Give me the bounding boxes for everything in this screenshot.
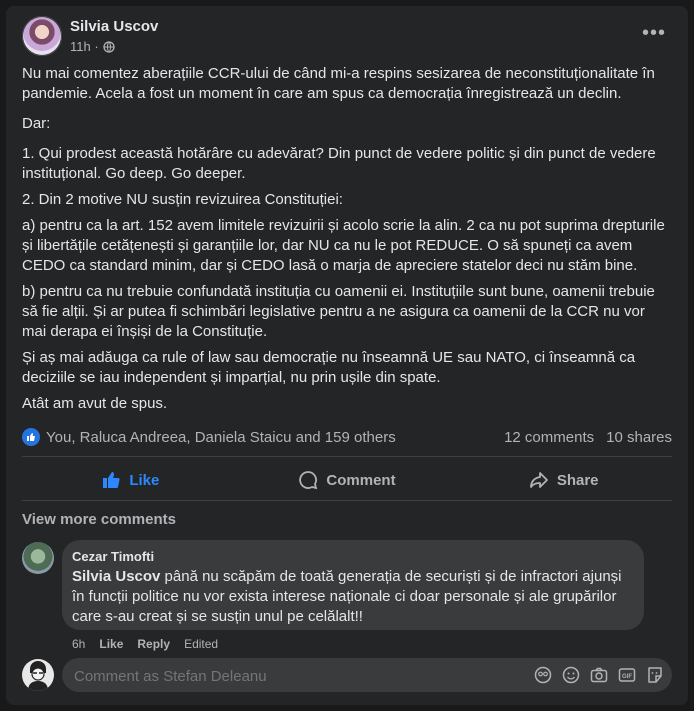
post-time[interactable]: 11h ·: [70, 39, 99, 54]
view-more-comments[interactable]: View more comments: [22, 511, 176, 528]
comment-label: Comment: [326, 471, 396, 489]
sticker-icon[interactable]: [646, 666, 664, 684]
comment-icon: [299, 471, 318, 490]
comment-composer[interactable]: GIF: [62, 658, 672, 694]
post-paragraph: a) pentru ca la art. 152 avem limitele r…: [22, 217, 665, 274]
commenter-name[interactable]: Cezar Timofti: [72, 549, 154, 564]
commenter-avatar[interactable]: [22, 542, 54, 574]
like-button[interactable]: Like: [22, 462, 239, 498]
comment-button[interactable]: Comment: [239, 462, 456, 498]
post-body: Nu mai comentez aberațiile CCR-ului de c…: [22, 64, 672, 420]
comment-like-button[interactable]: Like: [99, 637, 123, 651]
divider: [22, 456, 672, 457]
like-icon: [103, 472, 120, 488]
share-button[interactable]: Share: [455, 462, 672, 498]
post-paragraph: 1. Qui prodest această hotărâre cu adevă…: [22, 145, 656, 182]
post-paragraph: Atât am avut de spus.: [22, 395, 168, 412]
author-avatar[interactable]: [22, 16, 62, 56]
post-paragraph: 2. Din 2 motive NU susțin revizuirea Con…: [22, 191, 343, 208]
divider: [22, 500, 672, 501]
current-user-avatar[interactable]: [22, 659, 54, 691]
share-label: Share: [556, 471, 599, 489]
post-paragraph: Și aș mai adăuga ca rule of law sau demo…: [22, 349, 636, 386]
camera-icon[interactable]: [590, 666, 608, 684]
post-paragraph: b) pentru ca nu trebuie confundată insti…: [22, 283, 655, 340]
shares-count[interactable]: 10 shares: [606, 429, 672, 446]
comment-text: Silvia Uscov până nu scăpăm de toată gen…: [72, 567, 637, 627]
post-paragraph: Nu mai comentez aberațiile CCR-ului de c…: [22, 65, 655, 102]
like-badge-icon: [22, 428, 40, 446]
likers-text[interactable]: You, Raluca Andreea, Daniela Staicu and …: [46, 429, 396, 446]
comment-edited: Edited: [184, 637, 219, 651]
comment-time[interactable]: 6h: [72, 637, 85, 651]
comment-bubble: Cezar Timofti Silvia Uscov până nu scăpă…: [62, 540, 644, 630]
emoji-icon[interactable]: [562, 666, 580, 684]
post-header: Silvia Uscov 11h · •••: [22, 16, 672, 64]
post-actions: Like Comment Share: [22, 462, 672, 498]
post-paragraph: Dar:: [22, 115, 51, 132]
author-name[interactable]: Silvia Uscov: [70, 18, 158, 35]
avatar-sticker-icon[interactable]: [534, 666, 552, 684]
comment-reply-button[interactable]: Reply: [137, 637, 170, 651]
comment-meta: 6h Like Reply Edited: [72, 637, 218, 651]
post-card: Silvia Uscov 11h · ••• Nu mai comentez a…: [6, 6, 688, 705]
gif-icon[interactable]: GIF: [618, 666, 636, 684]
post-meta: 11h ·: [70, 39, 115, 54]
svg-text:GIF: GIF: [622, 674, 632, 680]
like-label: Like: [129, 471, 160, 489]
globe-icon: [103, 40, 115, 53]
comments-count[interactable]: 12 comments: [504, 429, 594, 446]
comment-mention[interactable]: Silvia Uscov: [72, 568, 160, 585]
comment-input[interactable]: [72, 658, 516, 694]
composer-icons: GIF: [534, 666, 664, 684]
share-icon: [529, 472, 548, 488]
more-icon[interactable]: •••: [642, 22, 666, 45]
post-stats: You, Raluca Andreea, Daniela Staicu and …: [22, 428, 672, 448]
